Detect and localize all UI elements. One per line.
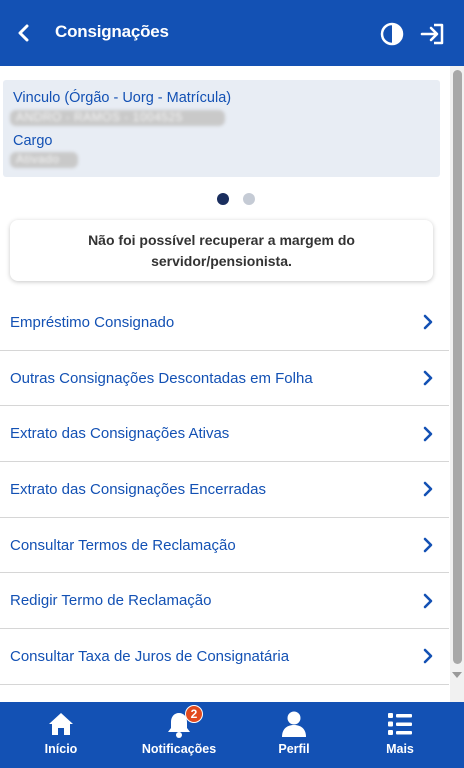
scroll-down-arrow-icon[interactable] [451, 670, 463, 680]
home-icon [49, 713, 73, 735]
menu-item-label: Consultar Termos de Reclamação [10, 536, 236, 554]
chevron-right-icon [423, 426, 433, 442]
menu-item-label: Empréstimo Consignado [10, 313, 175, 331]
nav-item-perfil[interactable]: Perfil [249, 702, 339, 768]
menu-item-label: Redigir Termo de Reclamação [10, 592, 212, 610]
menu-item-label: Extrato das Consignações Encerradas [10, 480, 266, 498]
menu-item-consultar-termos[interactable]: Consultar Termos de Reclamação [0, 518, 449, 574]
nav-item-inicio[interactable]: Início [16, 702, 106, 768]
chevron-right-icon [423, 482, 433, 497]
nav-label-perfil: Perfil [278, 742, 310, 756]
menu-item-outras-consignacoes[interactable]: Outras Consignações Descontadas em Folha [0, 351, 449, 407]
back-button[interactable] [10, 20, 36, 46]
vinculo-card[interactable]: Vinculo (Órgão - Uorg - Matrícula) ANDRO… [3, 80, 440, 177]
vinculo-label: Vinculo (Órgão - Uorg - Matrícula) [13, 90, 232, 106]
menu-item-redigir-termo[interactable]: Redigir Termo de Reclamação [0, 573, 449, 630]
menu-item-taxa-juros[interactable]: Consultar Taxa de Juros de Consignatária [0, 629, 449, 685]
nav-item-notificacoes[interactable]: 2 Notificações [134, 702, 224, 768]
user-icon [282, 711, 306, 737]
menu-item-extrato-encerradas[interactable]: Extrato das Consignações Encerradas [0, 462, 449, 518]
chevron-right-icon [423, 537, 433, 553]
scrollbar-thumb[interactable] [453, 70, 462, 664]
nav-label-mais: Mais [386, 742, 414, 756]
margin-error-alert: Não foi possível recuperar a margem do s… [10, 220, 433, 281]
vinculo-value-redacted: ANDRO - RAMOS - 1004525 [10, 110, 225, 126]
notification-badge: 2 [185, 705, 203, 723]
chevron-right-icon [423, 593, 433, 609]
chevron-right-icon [423, 315, 433, 330]
menu-item-label: Extrato das Consignações Ativas [10, 425, 230, 443]
nav-item-mais[interactable]: Mais [355, 702, 445, 768]
menu-item-label: Consultar Taxa de Juros de Consignatária [10, 647, 290, 665]
app-header: Consignações [0, 0, 464, 66]
nav-label-inicio: Início [44, 742, 78, 756]
chevron-right-icon [423, 649, 433, 664]
menu-item-extrato-ativas[interactable]: Extrato das Consignações Ativas [0, 406, 449, 463]
logout-icon [420, 23, 444, 45]
menu-item-emprestimo-consignado[interactable]: Empréstimo Consignado [0, 295, 449, 351]
page-title: Consignações [55, 22, 169, 41]
contrast-button[interactable] [380, 22, 404, 46]
consignacoes-menu: Empréstimo Consignado Outras Consignaçõe… [0, 295, 449, 685]
chevron-left-icon [18, 24, 29, 42]
list-icon [388, 713, 412, 735]
carousel-dot-active[interactable] [217, 193, 229, 205]
cargo-value-redacted: Ativado [10, 152, 78, 168]
logout-button[interactable] [420, 22, 446, 46]
alert-message: Não foi possível recuperar a margem do s… [88, 231, 355, 269]
cargo-label: Cargo [13, 133, 53, 149]
bottom-navigation: Início 2 Notificações Perfil Mais [0, 702, 464, 768]
carousel-dot[interactable] [243, 193, 255, 205]
contrast-icon [380, 22, 404, 46]
carousel-indicator [217, 193, 255, 205]
chevron-right-icon [423, 370, 433, 386]
menu-item-label: Outras Consignações Descontadas em Folha [10, 369, 313, 387]
nav-label-notificacoes: Notificações [141, 742, 217, 756]
